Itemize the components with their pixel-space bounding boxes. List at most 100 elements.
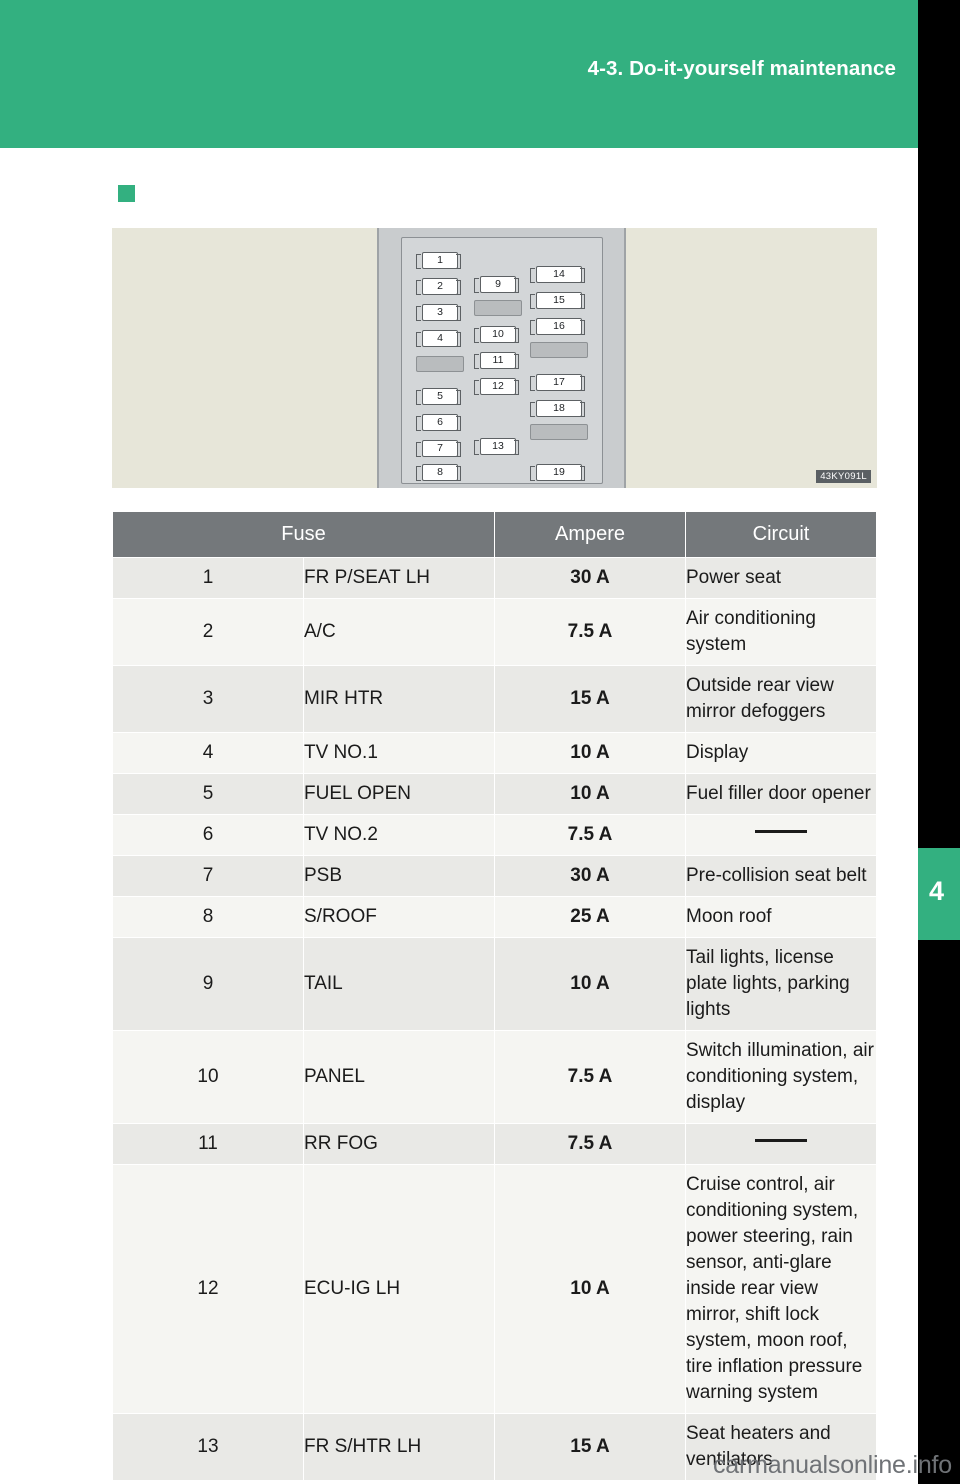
cell-fuse-number: 4	[112, 732, 304, 774]
bracket-right-16	[580, 320, 585, 335]
fuse-slot-blank-mid-1	[474, 300, 522, 316]
bracket-left-7	[416, 442, 421, 457]
fuse-slot-18: 18	[536, 400, 582, 417]
cell-ampere: 7.5 A	[494, 814, 686, 856]
cell-fuse-number: 5	[112, 773, 304, 815]
page-title: 4-3. Do-it-yourself maintenance	[587, 57, 896, 80]
bracket-left-9	[474, 278, 479, 293]
cell-fuse-name: TV NO.1	[303, 732, 495, 774]
fuse-table: Fuse Ampere Circuit 1 FR P/SEAT LH 30 A …	[112, 511, 877, 1481]
empty-dash-icon	[755, 830, 807, 834]
bracket-right-12	[514, 380, 519, 395]
fuse-slot-9: 9	[480, 276, 516, 293]
fuse-slot-4: 4	[422, 330, 458, 347]
bracket-right-5	[456, 390, 461, 405]
fuse-slot-3: 3	[422, 304, 458, 321]
cell-circuit: Moon roof	[685, 896, 877, 938]
fuse-box-illustration: 1 2 3 4 5 6 7 8 9 10 11 12 13 14 15 16 1…	[112, 228, 877, 488]
illustration-code-label: 43KY091L	[816, 470, 871, 483]
bracket-left-17	[530, 376, 535, 391]
page-right-margin: 4	[918, 148, 960, 1484]
cell-fuse-number: 10	[112, 1030, 304, 1124]
cell-circuit: Air conditioning system	[685, 598, 877, 666]
bracket-right-1	[456, 254, 461, 269]
fuse-slot-8: 8	[422, 464, 458, 481]
bracket-right-2	[456, 280, 461, 295]
table-row: 6 TV NO.2 7.5 A	[112, 814, 877, 856]
cell-fuse-name: RR FOG	[303, 1123, 495, 1165]
bracket-right-15	[580, 294, 585, 309]
bracket-left-2	[416, 280, 421, 295]
cell-fuse-number: 11	[112, 1123, 304, 1165]
cell-ampere: 10 A	[494, 937, 686, 1031]
fuse-slot-14: 14	[536, 266, 582, 283]
cell-circuit-empty	[685, 814, 877, 856]
table-row: 9 TAIL 10 A Tail lights, license plate l…	[112, 937, 877, 1031]
cell-circuit-empty	[685, 1123, 877, 1165]
bracket-left-4	[416, 332, 421, 347]
cell-fuse-name: S/ROOF	[303, 896, 495, 938]
bracket-left-13	[474, 440, 479, 455]
bracket-left-8	[416, 466, 421, 481]
table-row: 2 A/C 7.5 A Air conditioning system	[112, 598, 877, 666]
cell-circuit: Outside rear view mirror defoggers	[685, 665, 877, 733]
table-row: 4 TV NO.1 10 A Display	[112, 732, 877, 774]
cell-circuit: Pre-collision seat belt	[685, 855, 877, 897]
cell-ampere: 10 A	[494, 1164, 686, 1414]
cell-fuse-name: MIR HTR	[303, 665, 495, 733]
chapter-tab: 4	[918, 848, 960, 940]
cell-fuse-number: 3	[112, 665, 304, 733]
cell-fuse-number: 6	[112, 814, 304, 856]
fuse-slot-11: 11	[480, 352, 516, 369]
cell-ampere: 10 A	[494, 773, 686, 815]
bracket-left-1	[416, 254, 421, 269]
bracket-left-10	[474, 328, 479, 343]
col-header-ampere: Ampere	[494, 511, 686, 558]
bracket-right-11	[514, 354, 519, 369]
cell-fuse-number: 7	[112, 855, 304, 897]
fuse-slot-6: 6	[422, 414, 458, 431]
bracket-right-4	[456, 332, 461, 347]
cell-ampere: 25 A	[494, 896, 686, 938]
cell-fuse-name: A/C	[303, 598, 495, 666]
fuse-slot-blank-right-2	[530, 424, 588, 440]
cell-circuit: Fuel filler door opener	[685, 773, 877, 815]
bracket-right-17	[580, 376, 585, 391]
bracket-left-15	[530, 294, 535, 309]
site-watermark: carmanualsonline.info	[712, 1451, 952, 1479]
cell-circuit: Power seat	[685, 557, 877, 599]
cell-fuse-name: FR S/HTR LH	[303, 1413, 495, 1481]
table-row: 7 PSB 30 A Pre-collision seat belt	[112, 855, 877, 897]
cell-circuit: Display	[685, 732, 877, 774]
section-bullet-icon	[118, 185, 135, 202]
cell-fuse-name: TV NO.2	[303, 814, 495, 856]
cell-fuse-name: FUEL OPEN	[303, 773, 495, 815]
cell-fuse-name: ECU-IG LH	[303, 1164, 495, 1414]
bracket-right-19	[580, 466, 585, 481]
table-row: 3 MIR HTR 15 A Outside rear view mirror …	[112, 665, 877, 733]
bracket-left-12	[474, 380, 479, 395]
fuse-slot-15: 15	[536, 292, 582, 309]
cell-ampere: 7.5 A	[494, 598, 686, 666]
bracket-right-7	[456, 442, 461, 457]
bracket-left-5	[416, 390, 421, 405]
bracket-left-11	[474, 354, 479, 369]
cell-fuse-number: 13	[112, 1413, 304, 1481]
cell-ampere: 15 A	[494, 1413, 686, 1481]
cell-ampere: 30 A	[494, 855, 686, 897]
cell-ampere: 10 A	[494, 732, 686, 774]
fuse-slot-7: 7	[422, 440, 458, 457]
bracket-right-9	[514, 278, 519, 293]
col-header-fuse: Fuse	[112, 511, 495, 558]
fuse-slot-blank-right-1	[530, 342, 588, 358]
bracket-right-10	[514, 328, 519, 343]
fuse-slot-1: 1	[422, 252, 458, 269]
header-right-strip	[918, 0, 960, 148]
table-row: 5 FUEL OPEN 10 A Fuel filler door opener	[112, 773, 877, 815]
bracket-right-18	[580, 402, 585, 417]
bracket-left-16	[530, 320, 535, 335]
page-header-band: 4-3. Do-it-yourself maintenance	[0, 0, 918, 148]
table-row: 10 PANEL 7.5 A Switch illumination, air …	[112, 1030, 877, 1124]
cell-ampere: 15 A	[494, 665, 686, 733]
cell-circuit: Switch illumination, air conditioning sy…	[685, 1030, 877, 1124]
